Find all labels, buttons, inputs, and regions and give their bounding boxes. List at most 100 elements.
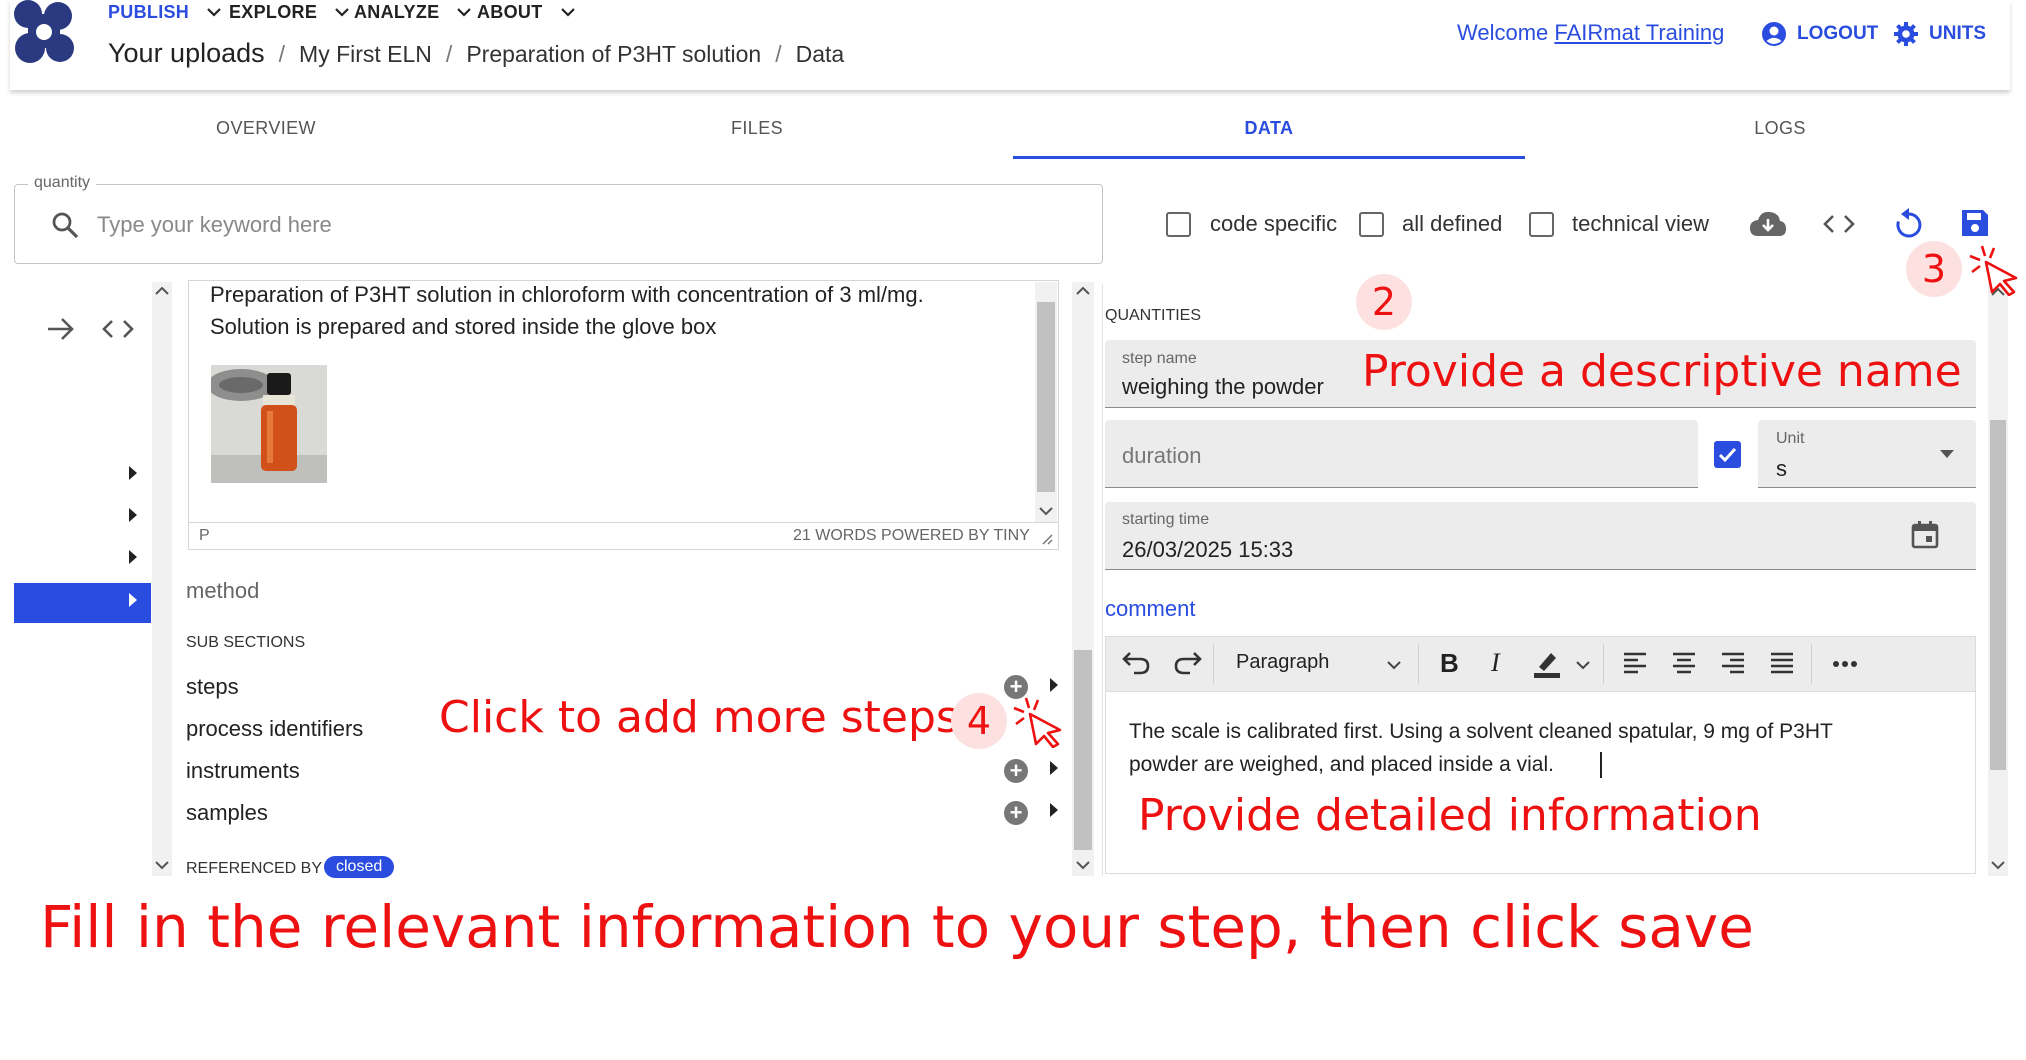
nav-publish-label: PUBLISH: [108, 1, 190, 22]
tab-data[interactable]: DATA: [1013, 108, 1525, 148]
caret-right-icon[interactable]: [1049, 760, 1059, 776]
nav-about[interactable]: ABOUT: [477, 0, 575, 24]
unit-label: Unit: [1776, 430, 1805, 447]
add-instrument-button[interactable]: +: [1004, 759, 1028, 783]
breadcrumb: Your uploads / My First ELN / Preparatio…: [108, 38, 844, 69]
resize-handle-icon[interactable]: [1041, 533, 1053, 545]
subsection-steps[interactable]: steps: [186, 674, 239, 700]
subsections-heading: SUB SECTIONS: [186, 634, 306, 651]
nav-publish[interactable]: PUBLISH: [108, 0, 221, 24]
dropdown-arrow-icon: [1940, 450, 1954, 458]
nav-analyze-label: ANALYZE: [354, 1, 440, 22]
all-defined-label: all defined: [1402, 211, 1503, 236]
align-right-icon[interactable]: [1720, 651, 1746, 675]
tab-files[interactable]: FILES: [501, 108, 1013, 148]
chevron-down-icon[interactable]: [155, 860, 169, 870]
toolbar-separator: [1213, 644, 1214, 684]
plus-circle-icon: +: [1009, 758, 1023, 783]
annotation-name-hint: Provide a descriptive name: [1362, 346, 1962, 397]
all-defined-checkbox[interactable]: [1359, 212, 1384, 237]
chevron-down-icon[interactable]: [1039, 506, 1053, 516]
starting-time-value: 26/03/2025 15:33: [1122, 537, 1294, 562]
refresh-icon[interactable]: [1893, 207, 1925, 241]
right-scroll-thumb[interactable]: [1990, 420, 2006, 770]
caret-right-icon[interactable]: [1049, 677, 1059, 693]
chevron-down-icon[interactable]: [1076, 860, 1090, 870]
chevron-down-icon: [335, 7, 349, 17]
caret-right-icon[interactable]: [128, 507, 138, 523]
middle-scroll-thumb[interactable]: [1074, 650, 1092, 850]
undo-icon[interactable]: [1122, 650, 1150, 676]
comment-line: The scale is calibrated first. Using a s…: [1129, 720, 1833, 743]
tab-overview[interactable]: OVERVIEW: [10, 108, 522, 148]
chevron-down-icon[interactable]: [1387, 660, 1401, 670]
chevron-down-icon: [207, 7, 221, 17]
subsection-samples[interactable]: samples: [186, 800, 268, 826]
breadcrumb-upload[interactable]: My First ELN: [299, 41, 432, 68]
quantities-heading: QUANTITIES: [1105, 307, 1202, 324]
comment-label: comment: [1105, 596, 1196, 621]
vial-photo: [211, 365, 327, 483]
caret-right-icon[interactable]: [128, 465, 138, 481]
save-icon[interactable]: [1960, 208, 1990, 238]
tab-logs[interactable]: LOGS: [1524, 108, 2026, 148]
subsection-instruments[interactable]: instruments: [186, 758, 300, 784]
annotation-main-instruction: Fill in the relevant information to your…: [40, 893, 1754, 961]
technical-view-checkbox[interactable]: [1529, 212, 1554, 237]
breadcrumb-separator: /: [445, 41, 453, 67]
add-sample-button[interactable]: +: [1004, 801, 1028, 825]
step-name-label: step name: [1122, 350, 1197, 367]
chevron-up-icon[interactable]: [1076, 286, 1090, 296]
units-button[interactable]: UNITS: [1893, 20, 1986, 48]
align-left-icon[interactable]: [1622, 651, 1648, 675]
referenced-by-badge[interactable]: closed: [324, 856, 395, 878]
caret-right-icon[interactable]: [128, 592, 138, 608]
plus-circle-icon: +: [1009, 800, 1023, 825]
cursor-click-icon: [1012, 696, 1068, 748]
calendar-icon[interactable]: [1910, 520, 1940, 550]
arrow-right-icon[interactable]: [46, 316, 76, 342]
redo-icon[interactable]: [1174, 650, 1202, 676]
editor-scroll-thumb[interactable]: [1037, 302, 1055, 492]
code-specific-label: code specific: [1210, 211, 1338, 236]
chevron-down-icon: [560, 7, 575, 17]
block-format-select[interactable]: Paragraph: [1236, 651, 1329, 674]
italic-icon[interactable]: I: [1491, 648, 1500, 678]
code-specific-checkbox[interactable]: [1166, 212, 1191, 237]
chevron-down-icon[interactable]: [1991, 860, 2005, 870]
left-scrollbar[interactable]: [152, 282, 172, 876]
editor-word-count: 21 WORDS POWERED BY TINY: [793, 527, 1030, 544]
breadcrumb-entry[interactable]: Preparation of P3HT solution: [466, 41, 761, 68]
nav-explore-label: EXPLORE: [229, 1, 318, 22]
code-icon[interactable]: [1822, 212, 1856, 236]
bold-icon[interactable]: B: [1440, 648, 1459, 679]
align-center-icon[interactable]: [1671, 651, 1697, 675]
nav-explore[interactable]: EXPLORE: [229, 0, 349, 24]
justify-icon[interactable]: [1769, 651, 1795, 675]
subsection-process-identifiers[interactable]: process identifiers: [186, 716, 363, 742]
tab-indicator: [1013, 156, 1525, 159]
method-label: method: [186, 578, 260, 603]
comment-line: powder are weighed, and placed inside a …: [1129, 753, 1554, 776]
duration-checkbox[interactable]: [1714, 441, 1741, 468]
cloud-download-icon[interactable]: [1748, 208, 1788, 240]
annotation-detail-hint: Provide detailed information: [1138, 790, 1762, 841]
highlight-icon[interactable]: [1531, 649, 1561, 679]
chevron-up-icon[interactable]: [155, 286, 169, 296]
breadcrumb-current: Data: [795, 41, 845, 67]
unit-value: s: [1776, 456, 1787, 481]
more-icon[interactable]: [1832, 660, 1858, 668]
nav-analyze[interactable]: ANALYZE: [354, 0, 472, 24]
breadcrumb-your-uploads[interactable]: Your uploads: [108, 38, 265, 69]
caret-right-icon[interactable]: [128, 549, 138, 565]
welcome-text: Welcome FAIRmat Training: [1457, 20, 1724, 46]
logout-button[interactable]: LOGOUT: [1761, 20, 1878, 48]
code-icon[interactable]: [101, 317, 135, 341]
user-name-link[interactable]: FAIRmat Training: [1554, 20, 1724, 45]
annotation-step-2: 2: [1356, 274, 1412, 330]
caret-right-icon[interactable]: [1049, 802, 1059, 818]
logout-label: LOGOUT: [1797, 23, 1879, 44]
toolbar-separator: [1418, 644, 1419, 684]
nomad-logo[interactable]: [14, 0, 78, 66]
chevron-down-icon[interactable]: [1576, 660, 1590, 670]
